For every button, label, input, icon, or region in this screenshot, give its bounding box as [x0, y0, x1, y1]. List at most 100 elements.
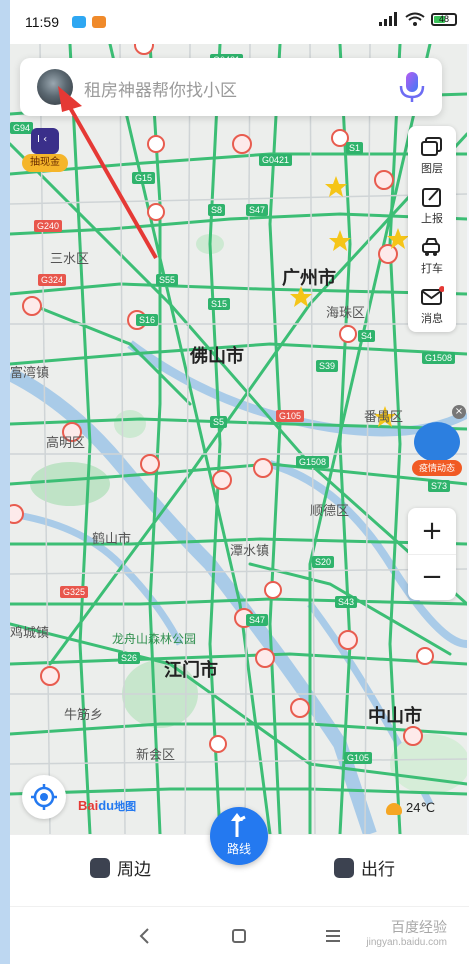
park-label: 龙舟山森林公园 [112, 632, 197, 646]
weather-temp: 24℃ [406, 800, 436, 815]
city-label: 佛山市 [190, 346, 244, 366]
layers-button[interactable]: 图层 [408, 130, 456, 180]
road-shield: S20 [312, 556, 335, 568]
locate-icon [31, 784, 57, 810]
search-input[interactable]: 租房神器帮你找小区 [84, 76, 237, 101]
back-icon[interactable] [130, 921, 160, 951]
baidu-map-logo: Baidu地图 [78, 798, 137, 813]
district-label: 三水区 [50, 251, 90, 266]
epidemic-badge[interactable]: 疫情动态 [408, 420, 466, 480]
signal-icon [379, 12, 399, 26]
road-shield: S26 [118, 652, 141, 664]
road-shield: G240 [34, 220, 63, 232]
road-shield: S43 [335, 596, 358, 608]
layers-label: 图层 [421, 163, 443, 175]
tab-travel[interactable]: 出行 [334, 855, 395, 880]
tab-travel-label: 出行 [361, 860, 395, 879]
watermark: 百度经验 jingyan.baidu.com [366, 917, 447, 948]
report-button[interactable]: 上报 [408, 180, 456, 230]
road-shield: G105 [344, 752, 373, 764]
status-bar: 11:59 48 [10, 0, 469, 44]
search-bar[interactable]: 租房神器帮你找小区 [20, 58, 442, 116]
locate-button[interactable] [22, 775, 66, 819]
road-shield: G1508 [296, 456, 330, 468]
app-screen: 11:59 48 G15 S8 S47 S1 G0421 G240 G324 S… [0, 0, 469, 964]
battery-level: 48 [438, 13, 449, 24]
road-shield: S15 [208, 298, 231, 310]
road-shield: S47 [246, 614, 269, 626]
road-shield: S73 [428, 480, 451, 492]
district-label: 番禺区 [364, 409, 404, 424]
promo-label: 抽现金 [22, 154, 68, 172]
notification-icon [92, 16, 106, 28]
road-shield: S16 [136, 314, 159, 326]
district-label: 新会区 [136, 747, 176, 762]
road-shield: S39 [316, 360, 339, 372]
battery-icon: 48 [431, 12, 457, 26]
avatar[interactable] [37, 69, 73, 105]
district-label: 鸡城镇 [10, 625, 50, 640]
menu-icon[interactable] [318, 921, 348, 951]
promo-badge[interactable]: I ‹ 抽现金 [22, 128, 68, 174]
wifi-icon [405, 12, 425, 26]
road-shield: G324 [38, 274, 67, 286]
road-shield: S55 [156, 274, 179, 286]
district-label: 顺德区 [310, 503, 350, 518]
logo-text-2: 地图 [114, 801, 137, 813]
lungs-icon [414, 422, 460, 462]
road-shield: G325 [60, 586, 89, 598]
tab-nearby[interactable]: 周边 [90, 855, 151, 880]
district-label: 海珠区 [326, 305, 366, 320]
tab-nearby-label: 周边 [117, 860, 151, 879]
map-toolbar: 图层 上报 打车 消息 [408, 126, 456, 332]
edit-icon [422, 188, 441, 207]
logo-text: Bai [78, 798, 99, 813]
district-label: 鹤山市 [92, 531, 132, 546]
mail-icon [421, 286, 444, 305]
epidemic-label: 疫情动态 [412, 460, 462, 476]
road-shield: G0421 [259, 154, 293, 166]
messages-button[interactable]: 消息 [408, 280, 456, 330]
route-button[interactable]: 路线 [210, 807, 268, 865]
road-shield: S4 [358, 330, 376, 342]
status-icons: 48 [379, 12, 457, 26]
taxi-icon [422, 238, 440, 256]
close-icon[interactable]: × [452, 405, 466, 419]
screen-edge [0, 0, 10, 964]
taxi-button[interactable]: 打车 [408, 230, 456, 280]
road-shield: G15 [132, 172, 156, 184]
district-label: 富湾镇 [10, 365, 50, 380]
road-shield: S5 [210, 416, 228, 428]
promo-icon: I ‹ [31, 128, 59, 154]
weather-widget[interactable]: 24℃ [386, 800, 435, 816]
zoom-in-button[interactable]: + [408, 508, 456, 555]
route-arrow-icon [231, 813, 246, 837]
taxi-label: 打车 [421, 263, 443, 275]
status-time: 11:59 [25, 14, 59, 30]
telegram-icon [72, 16, 86, 28]
watermark-brand: 百度经验 [391, 919, 447, 935]
route-label: 路线 [226, 842, 251, 856]
road-shield: S8 [208, 204, 226, 216]
report-label: 上报 [421, 213, 443, 225]
map-canvas[interactable]: G0421 G15 S8 S47 S1 G0421 G240 G324 S55 … [10, 44, 467, 834]
road-shield: S1 [346, 142, 364, 154]
layers-icon [421, 137, 442, 156]
city-label: 江门市 [164, 660, 218, 680]
weather-icon [386, 802, 402, 815]
district-label: 潭水镇 [230, 543, 270, 558]
watermark-site: jingyan.baidu.com [366, 937, 447, 948]
road-shield: S47 [246, 204, 269, 216]
travel-icon [334, 857, 354, 878]
messages-label: 消息 [421, 313, 443, 325]
home-icon[interactable] [224, 921, 254, 951]
zoom-out-button[interactable]: − [408, 554, 456, 600]
compass-icon [90, 857, 110, 878]
district-label: 牛筋乡 [64, 707, 104, 722]
microphone-icon[interactable] [398, 70, 426, 104]
road-shield: G105 [276, 410, 305, 422]
system-nav-bar: 百度经验 jingyan.baidu.com [10, 906, 469, 964]
road-shield: G1508 [422, 352, 456, 364]
zoom-control: + − [408, 508, 456, 600]
city-label: 中山市 [368, 706, 422, 726]
